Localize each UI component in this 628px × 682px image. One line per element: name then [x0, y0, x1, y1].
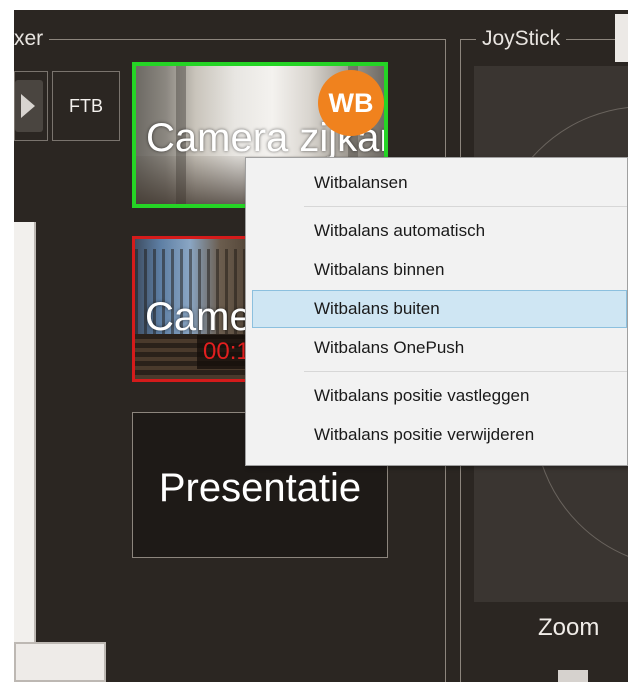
ftb-button[interactable]: FTB	[52, 71, 120, 141]
play-button[interactable]	[14, 71, 48, 141]
menu-separator	[304, 371, 627, 372]
preview-panel	[14, 222, 36, 650]
joystick-group-title: JoyStick	[476, 27, 567, 51]
joystick-scroll-tab[interactable]	[615, 14, 628, 62]
menu-item-witbalans-positie-verwijderen[interactable]: Witbalans positie verwijderen	[252, 416, 627, 454]
menu-item-witbalansen[interactable]: Witbalansen	[252, 164, 627, 202]
mixer-group-title: xer	[14, 27, 50, 51]
presentation-label: Presentatie	[158, 466, 362, 510]
menu-item-witbalans-buiten[interactable]: Witbalans buiten	[252, 290, 627, 328]
zoom-slider-thumb[interactable]	[558, 670, 588, 682]
menu-item-witbalans-automatisch[interactable]: Witbalans automatisch	[252, 212, 627, 250]
menu-separator	[304, 206, 627, 207]
menu-item-witbalans-onepush[interactable]: Witbalans OnePush	[252, 329, 627, 367]
zoom-label: Zoom	[538, 614, 600, 641]
white-balance-context-menu: Witbalansen Witbalans automatisch Witbal…	[245, 157, 628, 466]
play-icon	[21, 94, 35, 118]
preview-panel-footer	[14, 642, 106, 682]
menu-item-witbalans-positie-vastleggen[interactable]: Witbalans positie vastleggen	[252, 377, 627, 415]
white-balance-badge[interactable]: WB	[318, 70, 384, 136]
menu-item-witbalans-binnen[interactable]: Witbalans binnen	[252, 251, 627, 289]
screen: xer FTB Camera zijkant WB Camera 00:1 Pr…	[0, 0, 628, 682]
